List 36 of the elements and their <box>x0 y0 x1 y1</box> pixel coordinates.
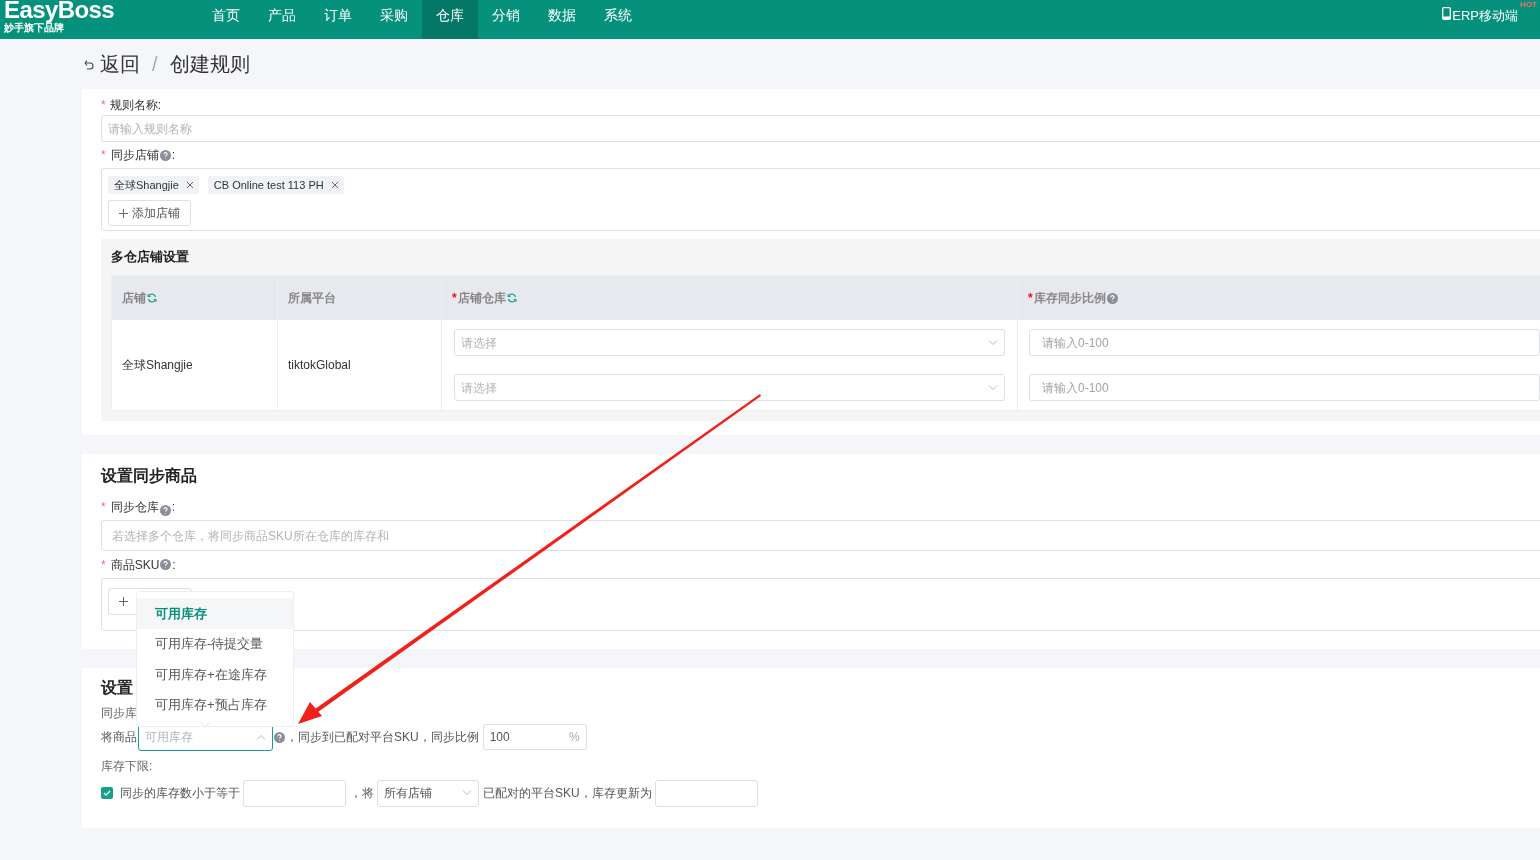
field-label: 同步店铺 <box>110 147 159 164</box>
section-title: 设置 <box>101 678 133 698</box>
column-label: 店铺 <box>122 290 146 307</box>
colon-text: : <box>172 556 176 574</box>
column-label: 所属平台 <box>288 290 336 307</box>
required-mark: * <box>101 97 106 114</box>
field-text: 同步的库存数小于等于 <box>120 785 240 802</box>
field-label: 库存下限: <box>101 757 153 775</box>
field-text: ，同步到已配对平台SKU，同步比例 <box>286 729 479 746</box>
required-mark: * <box>101 556 106 574</box>
required-mark: * <box>101 147 106 164</box>
required-mark: * <box>1028 290 1033 307</box>
table-cell: 全球Shangjie <box>112 320 278 410</box>
field-text: 将商品 <box>101 729 137 746</box>
column-label: 店铺仓库 <box>457 290 506 307</box>
percent-unit: % <box>569 729 580 746</box>
logo-subtitle: 妙手旗下品牌 <box>4 22 64 35</box>
field-label: 规则名称: <box>109 97 161 114</box>
tag-label: 全球Shangjie <box>114 177 179 193</box>
section-title: 设置同步商品 <box>101 466 197 486</box>
table-cell: tiktokGlobal <box>278 320 442 410</box>
hot-label: HOT <box>1520 1 1537 9</box>
field-label: 商品SKU <box>110 556 160 574</box>
field-text: 已配对的平台SKU，库存更新为 <box>483 785 652 802</box>
field-label: 同步仓库 <box>110 499 159 516</box>
required-mark: * <box>101 499 106 516</box>
field-label: 同步库 <box>101 705 137 722</box>
column-label: 库存同步比例 <box>1033 290 1106 307</box>
colon-text: : <box>171 499 175 516</box>
breadcrumb-separator: / <box>152 52 158 77</box>
required-mark: * <box>452 290 457 307</box>
colon-text: : <box>171 147 175 164</box>
page-title: 创建规则 <box>169 52 250 77</box>
panel-title: 多仓店铺设置 <box>111 248 189 267</box>
tag-label: CB Online test 113 PH <box>213 177 324 193</box>
field-text: ，将 <box>350 785 374 802</box>
